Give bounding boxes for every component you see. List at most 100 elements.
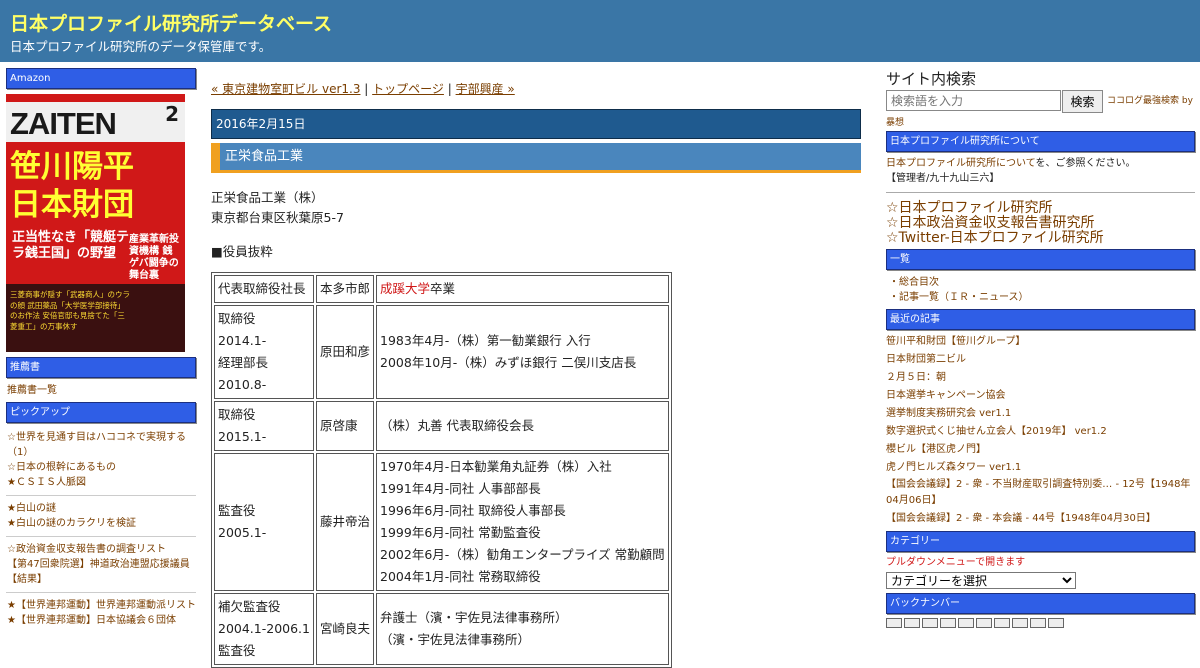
recommend-heading: 推薦書 xyxy=(6,357,196,378)
calendar-cell[interactable] xyxy=(976,618,992,628)
pickup-link[interactable]: ★【世界連邦運動】世界連邦運動派リスト xyxy=(6,598,196,613)
officer-notes: 弁護士（濱・宇佐見法律事務所） （濱・宇佐見法律事務所） xyxy=(376,593,669,665)
recent-post-link[interactable]: 選挙制度実務研究会 ver1.1 xyxy=(886,405,1196,423)
search-provider-link[interactable]: ココログ最強検索 by xyxy=(1107,90,1193,112)
twitter-link[interactable]: ☆Twitter-日本プロファイル研究所 xyxy=(886,231,1196,246)
recent-post-link[interactable]: ２月５日：朝 xyxy=(886,369,1196,387)
pickup-heading: ピックアップ xyxy=(6,402,196,423)
officer-name: 原啓康 xyxy=(316,401,375,451)
cover-headline-2: 日本財団 xyxy=(10,187,134,223)
officer-name: 原田和彦 xyxy=(316,305,375,399)
cover-bottom-text: 三菱商事が隠す「武器商人」のウラの顔 武田薬品「大学医学部接待」のお作法 安倍官… xyxy=(10,290,130,331)
book-cover[interactable]: ZAITEN 2 笹川陽平 日本財団 正当性なき「競艇テラ銭王国」の野望 産業革… xyxy=(6,94,185,352)
backnumber-heading: バックナンバー xyxy=(886,593,1195,614)
recent-post-link[interactable]: 櫻ビル【港区虎ノ門】 xyxy=(886,441,1196,459)
admin-label: 【管理者/九十九山三六】 xyxy=(886,173,1000,184)
pickup-link[interactable]: ★白山の謎のカラクリを検証 xyxy=(6,516,196,531)
pickup-link[interactable]: ★ＣＳＩＳ人脈図 xyxy=(6,475,196,490)
article-list-link[interactable]: ・記事一覧（ＩＲ・ニュース） xyxy=(886,290,1196,305)
recent-post-link[interactable]: 【国会会議録】2 - 衆 - 不当財産取引調査特別委… - 12号【1948年0… xyxy=(886,477,1195,509)
calendar-cell[interactable] xyxy=(1048,618,1064,628)
recent-post-link[interactable]: 日本選挙キャンペーン協会 xyxy=(886,387,1196,405)
divider xyxy=(6,495,196,496)
search-input[interactable] xyxy=(886,90,1061,111)
section-heading: ■役員抜粋 xyxy=(211,244,273,259)
calendar-cell[interactable] xyxy=(904,618,920,628)
main-content: « 東京建物室町ビル ver1.3 | トップページ | 宇部興産 » 2016… xyxy=(211,80,861,668)
recent-post-link[interactable]: 笹川平和財団【笹川グループ】 xyxy=(886,333,1196,351)
calendar-cell[interactable] xyxy=(940,618,956,628)
post-date: 2016年2月15日 xyxy=(211,109,861,139)
pickup-group-3: ☆政治資金収支報告書の調査リスト 【第47回衆院選】神道政治連盟応援議員【結果】 xyxy=(6,542,196,587)
right-sidebar: サイト内検索 検索 ココログ最強検索 by 暴想 日本プロファイル研究所について… xyxy=(886,68,1196,628)
cover-magazine-name: ZAITEN xyxy=(10,106,117,141)
site-description: 日本プロファイル研究所のデータ保管庫です。 xyxy=(10,39,272,54)
category-select[interactable]: カテゴリーを選択 xyxy=(886,572,1076,589)
officer-name: 藤井帝治 xyxy=(316,453,375,591)
site-title[interactable]: 日本プロファイル研究所データベース xyxy=(10,9,332,36)
calendar-cell[interactable] xyxy=(1012,618,1028,628)
pickup-group-1: ☆世界を見通す目はハココネで実現する（1） ☆日本の根幹にあるもの ★ＣＳＩＳ人… xyxy=(6,430,196,490)
recent-post-link[interactable]: 【国会会議録】2 - 衆 - 本会議 - 44号【1948年04月30日】 xyxy=(886,510,1196,528)
pickup-link[interactable]: ★【世界連邦運動】日本協議会６団体 xyxy=(6,613,196,628)
recent-post-link[interactable]: 数字選択式くじ抽せん立会人【2019年】 ver1.2 xyxy=(886,423,1196,441)
recent-posts: 笹川平和財団【笹川グループ】 日本財団第二ビル ２月５日：朝 日本選挙キャンペー… xyxy=(886,333,1196,528)
recent-post-link[interactable]: 虎ノ門ヒルズ森タワー ver1.1 xyxy=(886,459,1196,477)
post-title[interactable]: 正栄食品工業 xyxy=(211,143,861,173)
school-link[interactable]: 成蹊大学 xyxy=(380,281,430,296)
search-provider-name[interactable]: 暴想 xyxy=(886,115,1196,128)
officer-role: 代表取締役社長 xyxy=(214,275,314,303)
officer-role: 監査役 2005.1- xyxy=(214,453,314,591)
officer-notes: （株）丸善 代表取締役会長 xyxy=(376,401,669,451)
table-row: 補欠監査役 2004.1-2006.1 監査役 宮崎良夫 弁護士（濱・宇佐見法律事務… xyxy=(214,593,669,665)
company-name: 正栄食品工業（株） xyxy=(211,190,324,205)
post-navigation: « 東京建物室町ビル ver1.3 | トップページ | 宇部興産 » xyxy=(211,80,861,98)
officer-name: 本多市郎 xyxy=(316,275,375,303)
cover-subline: 正当性なき「競艇テラ銭王国」の野望 xyxy=(12,230,130,262)
amazon-heading: Amazon xyxy=(6,68,196,89)
officer-role: 補欠監査役 2004.1-2006.1 監査役 xyxy=(214,593,314,665)
calendar-cell[interactable] xyxy=(886,618,902,628)
cover-issue: 2 xyxy=(165,102,179,126)
recent-post-link[interactable]: 日本財団第二ビル xyxy=(886,351,1196,369)
cover-headline-1: 笹川陽平 xyxy=(10,149,134,185)
officer-notes: 1983年4月-（株）第一勧業銀行 入行 2008年10月-（株）みずほ銀行 二俣… xyxy=(376,305,669,399)
nav-separator: | xyxy=(360,82,373,96)
site-header: 日本プロファイル研究所データベース 日本プロファイル研究所のデータ保管庫です。 xyxy=(0,0,1200,62)
calendar-cell[interactable] xyxy=(958,618,974,628)
top-page-link[interactable]: トップページ xyxy=(372,82,444,96)
pickup-link[interactable]: 【第47回衆院選】神道政治連盟応援議員【結果】 xyxy=(6,557,196,587)
backnumber-calendar xyxy=(886,618,1196,628)
officer-role: 取締役 2014.1- 経理部長 2010.8- xyxy=(214,305,314,399)
calendar-cell[interactable] xyxy=(922,618,938,628)
officer-role: 取締役 2015.1- xyxy=(214,401,314,451)
officer-notes: 1970年4月-日本勧業角丸証券（株）入社 1991年4月-同社 人事部部長 199… xyxy=(376,453,669,591)
about-link[interactable]: 日本プロファイル研究所について xyxy=(886,158,1036,169)
political-funds-link[interactable]: ☆日本政治資金収支報告書研究所 xyxy=(886,216,1196,231)
about-text: 日本プロファイル研究所についてを、ご参照ください。 【管理者/九十九山三六】 xyxy=(886,156,1196,186)
officers-table: 代表取締役社長 本多市郎 成蹊大学卒業 取締役 2014.1- 経理部長 2010.8… xyxy=(211,272,672,668)
category-heading: カテゴリー xyxy=(886,531,1195,552)
calendar-cell[interactable] xyxy=(994,618,1010,628)
about-heading: 日本プロファイル研究所について xyxy=(886,131,1195,152)
divider xyxy=(886,192,1195,193)
search-button[interactable]: 検索 xyxy=(1062,90,1103,113)
pickup-link[interactable]: ☆政治資金収支報告書の調査リスト xyxy=(6,542,196,557)
prev-post-link[interactable]: « 東京建物室町ビル ver1.3 xyxy=(211,82,360,96)
profile-institute-link[interactable]: ☆日本プロファイル研究所 xyxy=(886,201,1196,216)
pickup-link[interactable]: ☆世界を見通す目はハココネで実現する（1） xyxy=(6,430,196,460)
table-row: 監査役 2005.1- 藤井帝治 1970年4月-日本勧業角丸証券（株）入社 199… xyxy=(214,453,669,591)
officer-notes: 成蹊大学卒業 xyxy=(376,275,669,303)
table-row: 取締役 2014.1- 経理部長 2010.8- 原田和彦 1983年4月-（株）第一… xyxy=(214,305,669,399)
cover-side-text: 産業革新投資機構 銭ゲバ闘争の舞台裏 xyxy=(129,234,179,281)
pickup-link[interactable]: ☆日本の根幹にあるもの xyxy=(6,460,196,475)
recommend-list-link[interactable]: 推薦書一覧 xyxy=(6,383,196,398)
index-link[interactable]: ・総合目次 xyxy=(886,275,1196,290)
divider xyxy=(6,536,196,537)
table-row: 取締役 2015.1- 原啓康 （株）丸善 代表取締役会長 xyxy=(214,401,669,451)
calendar-cell[interactable] xyxy=(1030,618,1046,628)
category-note: プルダウンメニューで開きます xyxy=(886,557,1026,568)
pickup-link[interactable]: ★白山の謎 xyxy=(6,501,196,516)
recent-heading: 最近の記事 xyxy=(886,309,1195,330)
next-post-link[interactable]: 宇部興産 » xyxy=(456,82,515,96)
